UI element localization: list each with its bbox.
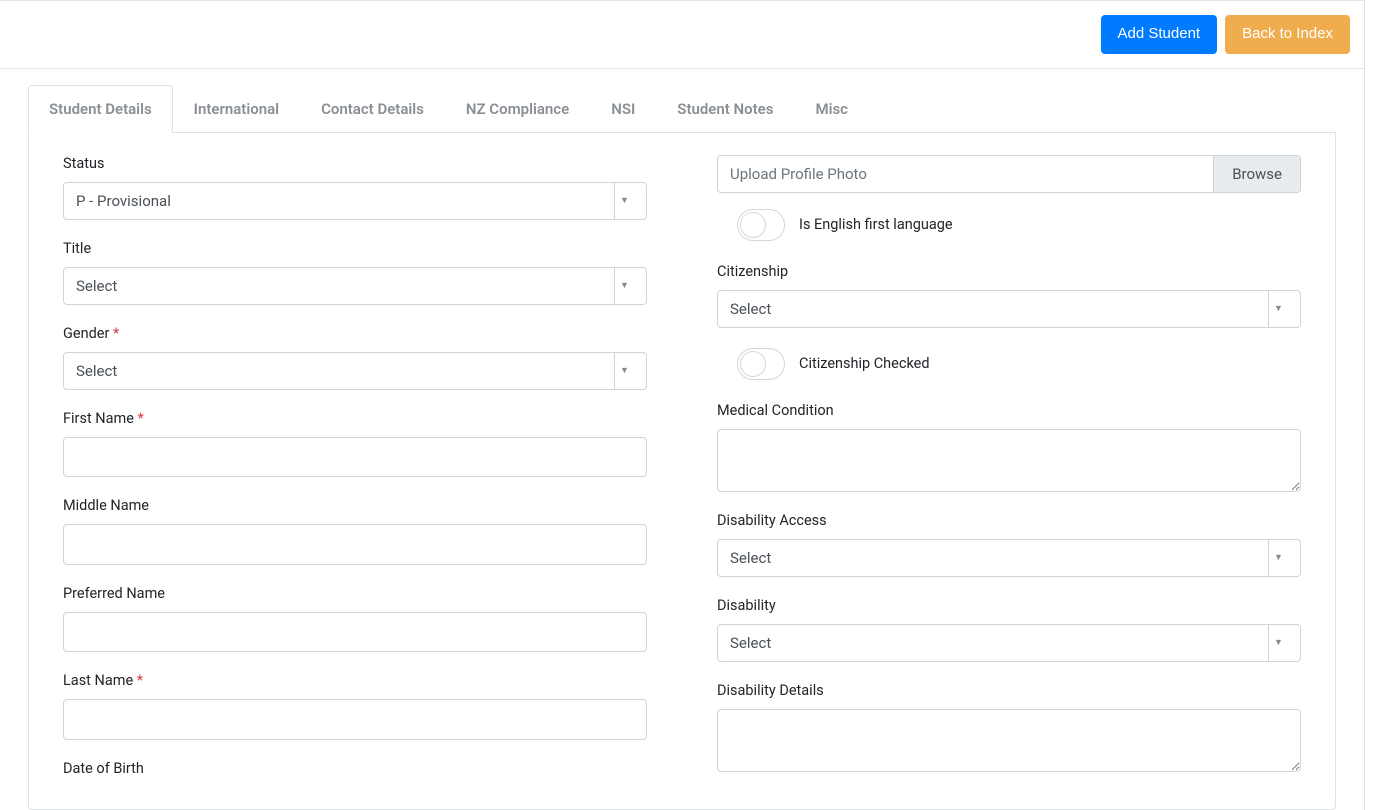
tab-nsi[interactable]: NSI: [590, 85, 656, 133]
toggle-knob: [740, 212, 766, 238]
tabs-bar: Student Details International Contact De…: [28, 85, 1336, 133]
preferred-name-label: Preferred Name: [63, 585, 647, 602]
left-column: Status P - Provisional ▼ Title Se: [63, 155, 647, 787]
last-name-label: Last Name *: [63, 672, 647, 689]
tab-student-details[interactable]: Student Details: [28, 85, 173, 133]
disability-access-select[interactable]: Select ▼: [717, 539, 1301, 577]
required-indicator: *: [113, 325, 119, 342]
disability-value: Select: [730, 634, 771, 652]
header-bar: Add Student Back to Index: [0, 0, 1364, 69]
gender-value: Select: [76, 362, 117, 380]
disability-details-label: Disability Details: [717, 682, 1301, 699]
middle-name-label: Middle Name: [63, 497, 647, 514]
tab-student-notes[interactable]: Student Notes: [656, 85, 794, 133]
middle-name-input[interactable]: [63, 524, 647, 565]
tab-nz-compliance[interactable]: NZ Compliance: [445, 85, 590, 133]
medical-condition-label: Medical Condition: [717, 402, 1301, 419]
chevron-down-icon: ▼: [1274, 303, 1283, 314]
required-indicator: *: [138, 410, 144, 427]
title-select[interactable]: Select ▼: [63, 267, 647, 305]
preferred-name-input[interactable]: [63, 612, 647, 653]
chevron-down-icon: ▼: [1274, 637, 1283, 648]
first-name-input[interactable]: [63, 437, 647, 478]
chevron-down-icon: ▼: [620, 365, 629, 376]
status-value: P - Provisional: [76, 192, 171, 210]
tab-misc[interactable]: Misc: [794, 85, 869, 133]
chevron-down-icon: ▼: [1274, 552, 1283, 563]
disability-access-label: Disability Access: [717, 512, 1301, 529]
medical-condition-input[interactable]: [717, 429, 1301, 492]
citizenship-checked-label: Citizenship Checked: [799, 355, 930, 372]
citizenship-select[interactable]: Select ▼: [717, 290, 1301, 328]
citizenship-label: Citizenship: [717, 263, 1301, 280]
back-to-index-button[interactable]: Back to Index: [1225, 15, 1350, 54]
chevron-down-icon: ▼: [620, 280, 629, 291]
browse-button[interactable]: Browse: [1213, 156, 1300, 192]
last-name-input[interactable]: [63, 699, 647, 740]
right-column: Upload Profile Photo Browse Is English f…: [717, 155, 1301, 787]
status-label: Status: [63, 155, 647, 172]
chevron-down-icon: ▼: [620, 195, 629, 206]
english-first-label: Is English first language: [799, 216, 953, 233]
disability-select[interactable]: Select ▼: [717, 624, 1301, 662]
tab-international[interactable]: International: [173, 85, 300, 133]
required-indicator: *: [137, 672, 143, 689]
citizenship-value: Select: [730, 300, 771, 318]
title-value: Select: [76, 277, 117, 295]
disability-label: Disability: [717, 597, 1301, 614]
add-student-button[interactable]: Add Student: [1101, 15, 1218, 54]
toggle-knob: [740, 351, 766, 377]
upload-photo-field[interactable]: Upload Profile Photo Browse: [717, 155, 1301, 193]
gender-select[interactable]: Select ▼: [63, 352, 647, 390]
tab-contact-details[interactable]: Contact Details: [300, 85, 445, 133]
citizenship-checked-toggle[interactable]: [737, 348, 785, 380]
disability-details-input[interactable]: [717, 709, 1301, 772]
dob-label: Date of Birth: [63, 760, 647, 777]
gender-label: Gender *: [63, 325, 647, 342]
first-name-label: First Name *: [63, 410, 647, 427]
title-label: Title: [63, 240, 647, 257]
english-first-toggle[interactable]: [737, 209, 785, 241]
upload-photo-placeholder: Upload Profile Photo: [718, 156, 1213, 192]
tab-content: Status P - Provisional ▼ Title Se: [28, 133, 1336, 810]
disability-access-value: Select: [730, 549, 771, 567]
status-select[interactable]: P - Provisional ▼: [63, 182, 647, 220]
